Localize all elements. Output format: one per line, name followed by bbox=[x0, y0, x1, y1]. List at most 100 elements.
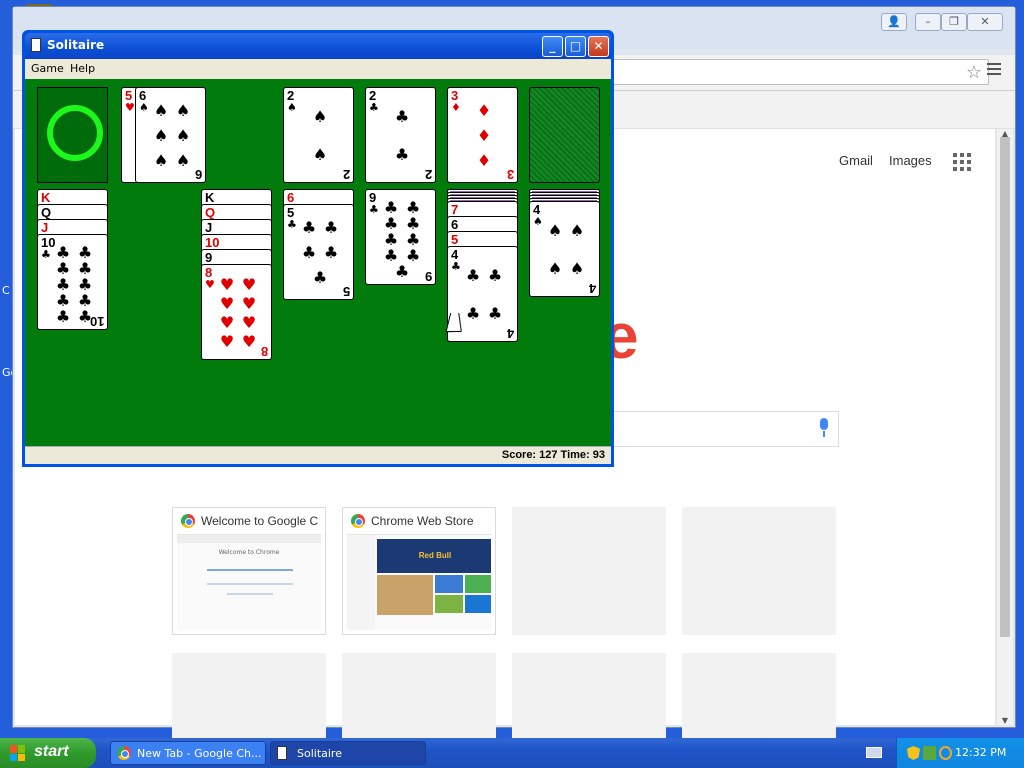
playing-card[interactable]: 9 ♣ 9 ♣ ♣ ♣ ♣ ♣ ♣ ♣ ♣ ♣ bbox=[365, 189, 436, 285]
card-pip-icon: ♦ bbox=[476, 125, 492, 145]
stock-pile[interactable] bbox=[37, 87, 108, 183]
images-link[interactable]: Images bbox=[889, 153, 932, 168]
card-pip-icon: ♣ bbox=[312, 268, 328, 288]
card-pip-icon: ♥ bbox=[241, 331, 257, 351]
maximize-button[interactable]: ❐ bbox=[941, 13, 967, 31]
omnibox[interactable]: ☆ bbox=[603, 59, 989, 85]
most-visited-tile[interactable]: Welcome to Google C Welcome to Chrome bbox=[172, 507, 326, 635]
card-pip-icon: ♦ bbox=[476, 151, 492, 171]
foundation-empty-slot[interactable] bbox=[529, 87, 600, 183]
bookmark-star-icon[interactable]: ☆ bbox=[966, 62, 982, 83]
page-scrollbar[interactable]: ▲ ▼ bbox=[997, 129, 1013, 725]
card-pip-icon: ♣ bbox=[394, 262, 410, 281]
card-pip-icon: ♠ bbox=[175, 151, 191, 171]
window-title: Solitaire bbox=[47, 38, 105, 52]
card-suit-icon: ♣ bbox=[369, 203, 379, 216]
card-pip-icon: ♣ bbox=[394, 107, 410, 126]
card-pip-icon: ♠ bbox=[153, 125, 169, 145]
card-rank: 4 bbox=[588, 281, 596, 296]
desktop-edge-text: C bbox=[2, 284, 10, 297]
chrome-menu-icon[interactable] bbox=[987, 63, 1001, 77]
maximize-button[interactable]: □ bbox=[565, 36, 586, 57]
menu-game[interactable]: Game bbox=[31, 62, 64, 75]
card-suit-icon: ♣ bbox=[369, 101, 379, 114]
most-visited-tile[interactable]: Chrome Web Store Red Bull bbox=[342, 507, 496, 635]
card-suit-icon: ♣ bbox=[451, 260, 461, 273]
minimize-button[interactable]: – bbox=[915, 13, 941, 31]
apps-grid-icon[interactable] bbox=[953, 153, 971, 171]
thumb-title: Welcome to Chrome bbox=[218, 549, 280, 556]
desktop: C Go 👤 – ❐ ✕ ☆ Gmail Images e Welcome to… bbox=[0, 0, 1024, 768]
card-pip-icon: ♦ bbox=[476, 100, 492, 120]
card-suit-icon: ♥ bbox=[205, 278, 215, 291]
playing-card[interactable]: 10 ♣ 10 ♣ ♣ ♣ ♣ ♣ ♣ ♣ ♣ ♣ ♣ bbox=[37, 234, 108, 330]
score-time: Score: 127 Time: 93 bbox=[501, 449, 605, 461]
card-pip-icon: ♣ bbox=[55, 307, 71, 326]
card-pip-icon: ♠ bbox=[175, 100, 191, 120]
card-pip-icon: ♥ bbox=[219, 293, 235, 313]
card-pip-icon: ♣ bbox=[323, 242, 339, 262]
card-pip-icon: ♠ bbox=[569, 221, 585, 240]
card-pips: ♣ ♣ ♣ ♣ bbox=[462, 257, 506, 333]
card-pip-icon: ♥ bbox=[219, 331, 235, 351]
card-rank: 2 bbox=[342, 167, 350, 182]
card-rank: 5 bbox=[342, 284, 350, 299]
tile-thumbnail: Welcome to Chrome bbox=[177, 534, 321, 630]
close-button[interactable]: ✕ bbox=[588, 36, 609, 57]
tile-thumbnail: Red Bull bbox=[347, 534, 491, 630]
search-icon[interactable] bbox=[939, 746, 952, 760]
minimize-button[interactable]: _ bbox=[542, 36, 563, 57]
card-suit-icon: ♠ bbox=[287, 101, 297, 114]
card-pip-icon: ♥ bbox=[219, 312, 235, 332]
scroll-thumb[interactable] bbox=[1000, 137, 1010, 637]
card-rank: 2 bbox=[424, 167, 432, 182]
card-pip-icon: ♣ bbox=[487, 266, 503, 285]
card-pip-icon: ♣ bbox=[323, 217, 339, 237]
taskbar-button-label: Solitaire bbox=[297, 747, 342, 760]
keyboard-icon[interactable] bbox=[866, 747, 882, 758]
card-pip-icon: ♠ bbox=[312, 107, 328, 126]
profile-icon[interactable]: 👤 bbox=[881, 13, 907, 31]
solitaire-titlebar[interactable]: Solitaire _ □ ✕ bbox=[25, 33, 611, 59]
playing-card[interactable]: 6 ♠ 6 ♠ ♠ ♠ ♠ ♠ ♠ bbox=[135, 87, 206, 183]
gmail-link[interactable]: Gmail bbox=[839, 153, 873, 168]
playing-card[interactable]: 2 ♣ 2 ♣ ♣ bbox=[365, 87, 436, 183]
taskbar-button-solitaire[interactable]: Solitaire bbox=[270, 741, 426, 765]
taskbar-button-chrome[interactable]: New Tab - Google Ch... bbox=[110, 741, 266, 765]
card-rank: 9 bbox=[424, 269, 432, 284]
card-pip-icon: ♥ bbox=[241, 293, 257, 313]
chrome-favicon-icon bbox=[181, 514, 195, 528]
close-button[interactable]: ✕ bbox=[967, 13, 1003, 31]
card-pips: ♠ ♠ ♠ ♠ ♠ ♠ bbox=[150, 98, 194, 174]
tile-title: Welcome to Google C bbox=[201, 514, 319, 528]
card-pip-icon: ♣ bbox=[394, 145, 410, 164]
start-label: start bbox=[34, 743, 69, 760]
clock: 12:32 PM bbox=[955, 746, 1007, 759]
start-button[interactable]: start bbox=[0, 738, 96, 768]
playing-card[interactable]: 8 ♥ 8 ♥ ♥ ♥ ♥ ♥ ♥ ♥ ♥ bbox=[201, 264, 272, 360]
card-suit-icon: ♦ bbox=[451, 101, 461, 114]
card-suit-icon: ♠ bbox=[139, 101, 149, 114]
network-icon[interactable] bbox=[923, 746, 936, 760]
playing-card[interactable]: 5 ♣ 5 ♣ ♣ ♣ ♣ ♣ bbox=[283, 204, 354, 300]
search-input[interactable] bbox=[603, 411, 839, 447]
playing-card[interactable]: 2 ♠ 2 ♠ ♠ bbox=[283, 87, 354, 183]
card-suit-icon: ♥ bbox=[125, 101, 135, 114]
card-rank: 8 bbox=[260, 344, 268, 359]
empty-tile bbox=[512, 507, 666, 635]
menu-help[interactable]: Help bbox=[70, 62, 95, 75]
playing-card[interactable]: 4 ♠ 4 ♠ ♠ ♠ ♠ bbox=[529, 201, 600, 297]
solitaire-window: Solitaire _ □ ✕ Game Help 5 ♥ 6 ♠ 6 ♠ ♠ ♠ ♠ ♠ ♠ 2 ♠… bbox=[22, 30, 614, 467]
solitaire-icon bbox=[277, 746, 287, 760]
security-shield-icon[interactable] bbox=[907, 746, 920, 760]
microphone-icon[interactable] bbox=[818, 418, 830, 438]
thumb-banner: Red Bull bbox=[377, 539, 491, 573]
tile-title: Chrome Web Store bbox=[371, 514, 474, 528]
card-pips: ♥ ♥ ♥ ♥ ♥ ♥ ♥ ♥ bbox=[216, 275, 260, 351]
card-pip-icon: ♠ bbox=[569, 259, 585, 278]
scroll-down-icon[interactable]: ▼ bbox=[1000, 716, 1010, 725]
playing-card[interactable]: 3 ♦ 3 ♦ ♦ ♦ bbox=[447, 87, 518, 183]
card-pip-icon: ♥ bbox=[219, 274, 235, 294]
card-pip-icon: ♠ bbox=[153, 151, 169, 171]
card-pip-icon: ♠ bbox=[312, 145, 328, 164]
